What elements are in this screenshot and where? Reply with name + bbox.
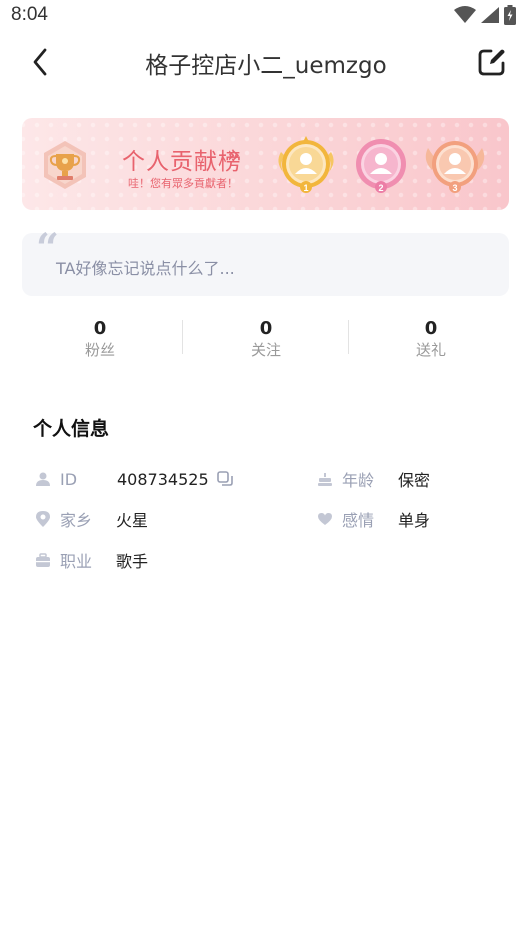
section-title-personal-info: 个人信息 <box>33 418 110 440</box>
medal-number-2: 2 <box>378 183 383 193</box>
stat-gifts[interactable]: 0 送礼 <box>348 318 514 360</box>
rank-medal-bronze: 3 <box>425 141 485 193</box>
edit-profile-button[interactable] <box>474 44 510 80</box>
medal-number-1: 1 <box>303 183 308 193</box>
rank-medal-gold: 1 <box>278 136 334 193</box>
stat-gifts-label: 送礼 <box>415 341 446 359</box>
cake-icon <box>316 470 334 488</box>
rank-chevron-icon: » <box>227 143 241 168</box>
status-bar: 8:04 <box>0 0 532 30</box>
location-icon <box>34 510 52 528</box>
signature-box: “ TA好像忘记说点什么了... <box>22 225 509 296</box>
briefcase-icon <box>34 551 52 569</box>
info-job: 职业 歌手 <box>34 548 148 572</box>
wifi-icon <box>454 6 476 23</box>
status-time: 8:04 <box>11 4 48 25</box>
heart-icon <box>316 510 334 528</box>
info-hometown: 家乡 火星 <box>34 507 148 531</box>
signature-text: TA好像忘记说点什么了... <box>56 259 235 278</box>
info-id-label: ID <box>60 469 78 489</box>
copy-id-icon[interactable] <box>216 471 233 487</box>
rank-medal-silver: 2 <box>356 139 406 193</box>
stat-fans-label: 粉丝 <box>84 341 115 359</box>
back-arrow-icon <box>33 48 47 76</box>
info-age-value: 保密 <box>398 471 431 490</box>
info-relationship-value: 单身 <box>398 511 431 530</box>
stat-fans[interactable]: 0 粉丝 <box>17 318 183 360</box>
info-relationship: 感情 单身 <box>316 507 430 531</box>
info-job-value: 歌手 <box>116 552 149 571</box>
battery-icon <box>504 5 516 25</box>
info-id-value: 408734525 <box>117 469 209 489</box>
stat-following-label: 关注 <box>250 341 281 359</box>
rank-title: 个人贡献榜 <box>122 149 242 175</box>
back-button[interactable] <box>22 44 58 80</box>
info-hometown-value: 火星 <box>116 511 149 530</box>
stats-row: 0 粉丝 0 关注 0 送礼 <box>0 318 532 368</box>
info-age: 年龄 保密 <box>316 467 430 491</box>
stat-following[interactable]: 0 关注 <box>183 318 349 360</box>
status-icons <box>454 5 516 25</box>
info-hometown-label: 家乡 <box>60 511 93 530</box>
page-title: 格子控店小二_uemzgo <box>145 53 387 79</box>
rank-subtitle: 哇！您有眾多貢獻者！ <box>128 177 238 190</box>
stat-following-count: 0 <box>259 318 273 339</box>
info-id: ID 408734525 <box>34 467 233 491</box>
signal-icon <box>481 7 499 23</box>
contribution-rank-banner[interactable]: 个人贡献榜 » 哇！您有眾多貢獻者！ 1 2 3 <box>22 118 509 210</box>
stat-gifts-count: 0 <box>424 318 438 339</box>
medal-number-3: 3 <box>452 183 457 193</box>
edit-icon <box>478 49 505 76</box>
trophy-icon <box>44 141 86 189</box>
info-age-label: 年龄 <box>342 471 375 490</box>
info-job-label: 职业 <box>60 552 93 571</box>
stat-fans-count: 0 <box>93 318 107 339</box>
nav-bar: 格子控店小二_uemzgo <box>0 40 532 84</box>
info-relationship-label: 感情 <box>342 511 375 530</box>
user-icon <box>34 470 52 488</box>
